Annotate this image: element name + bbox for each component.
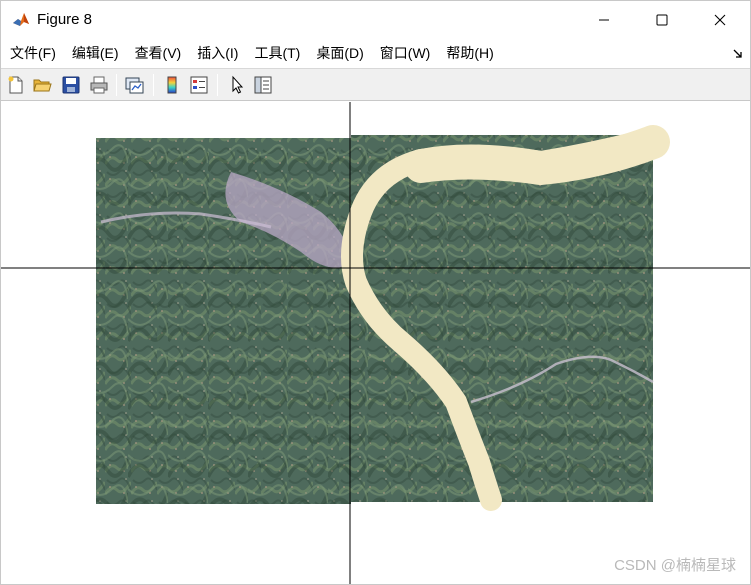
menu-window[interactable]: 窗口(W) xyxy=(372,39,439,68)
menu-desktop[interactable]: 桌面(D) xyxy=(308,39,371,68)
minimize-button[interactable] xyxy=(575,1,633,39)
satellite-image xyxy=(96,125,670,511)
matlab-icon xyxy=(11,10,31,30)
window-title: Figure 8 xyxy=(37,11,93,28)
figure-canvas[interactable]: CSDN @楠楠星球 xyxy=(1,102,750,584)
menu-help[interactable]: 帮助(H) xyxy=(438,39,501,68)
menu-view[interactable]: 查看(V) xyxy=(127,39,190,68)
close-button[interactable] xyxy=(691,1,749,39)
print-icon[interactable] xyxy=(88,74,110,96)
link-plot-icon[interactable] xyxy=(123,74,145,96)
toolbar-separator xyxy=(116,74,117,96)
toolbar-separator xyxy=(217,74,218,96)
close-icon xyxy=(714,14,726,26)
minimize-icon xyxy=(598,14,610,26)
toolbar-separator xyxy=(153,74,154,96)
property-inspector-icon[interactable] xyxy=(252,74,274,96)
menu-bar: 文件(F) 编辑(E) 查看(V) 插入(I) 工具(T) 桌面(D) 窗口(W… xyxy=(1,39,750,68)
insert-legend-icon[interactable] xyxy=(188,74,210,96)
insert-colorbar-icon[interactable] xyxy=(161,74,183,96)
image-tile-left-texture xyxy=(96,138,351,504)
figure-window: Figure 8 文件(F) 编辑(E) 查看(V) 插入(I) 工具(T) 桌… xyxy=(0,0,751,585)
title-bar[interactable]: Figure 8 xyxy=(1,1,750,39)
edit-plot-pointer-icon[interactable] xyxy=(226,74,248,96)
figure-toolbar xyxy=(1,68,750,101)
image-tile-right-texture xyxy=(351,135,653,502)
menu-tools[interactable]: 工具(T) xyxy=(246,39,308,68)
menu-edit[interactable]: 编辑(E) xyxy=(64,39,127,68)
dock-arrow-icon[interactable] xyxy=(732,47,744,59)
maximize-icon xyxy=(656,14,668,26)
menu-file[interactable]: 文件(F) xyxy=(1,39,64,68)
new-figure-icon[interactable] xyxy=(5,74,27,96)
menu-insert[interactable]: 插入(I) xyxy=(189,39,246,68)
maximize-button[interactable] xyxy=(633,1,691,39)
save-icon[interactable] xyxy=(60,74,82,96)
watermark: CSDN @楠楠星球 xyxy=(614,557,736,574)
open-file-icon[interactable] xyxy=(31,74,53,96)
